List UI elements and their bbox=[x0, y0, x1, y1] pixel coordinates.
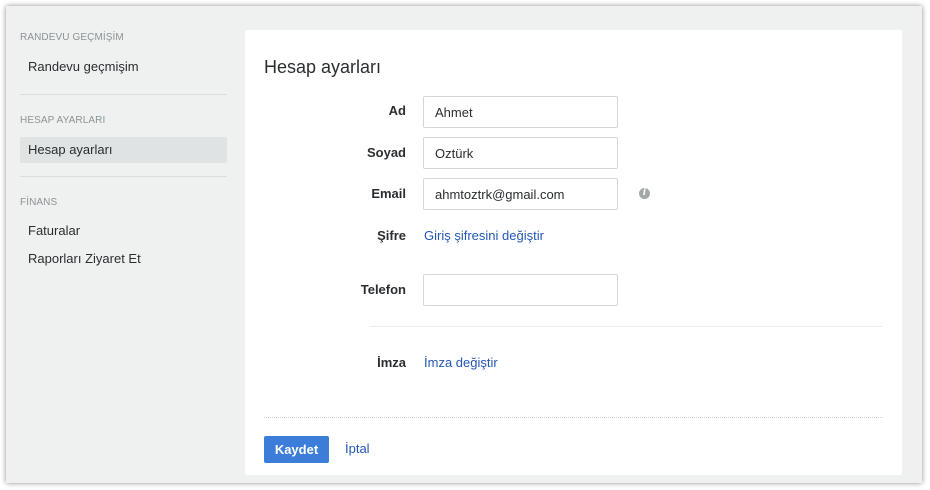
save-button[interactable]: Kaydet bbox=[264, 436, 329, 463]
ad-input[interactable] bbox=[423, 96, 618, 128]
email-label: Email bbox=[371, 186, 406, 201]
telefon-label: Telefon bbox=[360, 282, 406, 297]
sidebar-item-randevu-gecmisim[interactable]: Randevu geçmişim bbox=[20, 54, 227, 80]
soyad-input[interactable] bbox=[423, 137, 618, 169]
change-password-link[interactable]: Giriş şifresini değiştir bbox=[424, 228, 544, 243]
settings-panel: Hesap ayarları Ad Soyad Email i Şifre Gi… bbox=[245, 30, 902, 475]
telefon-input[interactable] bbox=[423, 274, 618, 306]
footer-divider bbox=[264, 417, 883, 418]
sidebar-header-randevu: RANDEVU GEÇMİŞİM bbox=[20, 32, 124, 43]
sifre-label: Şifre bbox=[377, 228, 406, 243]
section-divider bbox=[370, 326, 883, 327]
sidebar: RANDEVU GEÇMİŞİM Randevu geçmişim HESAP … bbox=[6, 6, 238, 483]
sidebar-divider bbox=[20, 94, 227, 95]
sidebar-header-hesap: HESAP AYARLARI bbox=[20, 115, 106, 126]
cancel-link[interactable]: İptal bbox=[345, 441, 370, 456]
sidebar-item-raporlari-ziyaret-et[interactable]: Raporları Ziyaret Et bbox=[20, 246, 227, 272]
change-signature-link[interactable]: İmza değiştir bbox=[424, 355, 498, 370]
soyad-label: Soyad bbox=[366, 145, 406, 160]
app-window: RANDEVU GEÇMİŞİM Randevu geçmişim HESAP … bbox=[6, 6, 922, 483]
ad-label: Ad bbox=[388, 103, 406, 118]
sidebar-header-finans: FİNANS bbox=[20, 197, 58, 208]
sidebar-divider bbox=[20, 176, 227, 177]
sidebar-item-faturalar[interactable]: Faturalar bbox=[20, 218, 227, 244]
page-title: Hesap ayarları bbox=[264, 57, 382, 77]
imza-label: İmza bbox=[377, 355, 406, 370]
info-icon[interactable]: i bbox=[639, 188, 650, 199]
email-input[interactable] bbox=[423, 178, 618, 210]
sidebar-item-hesap-ayarlari[interactable]: Hesap ayarları bbox=[20, 137, 227, 163]
